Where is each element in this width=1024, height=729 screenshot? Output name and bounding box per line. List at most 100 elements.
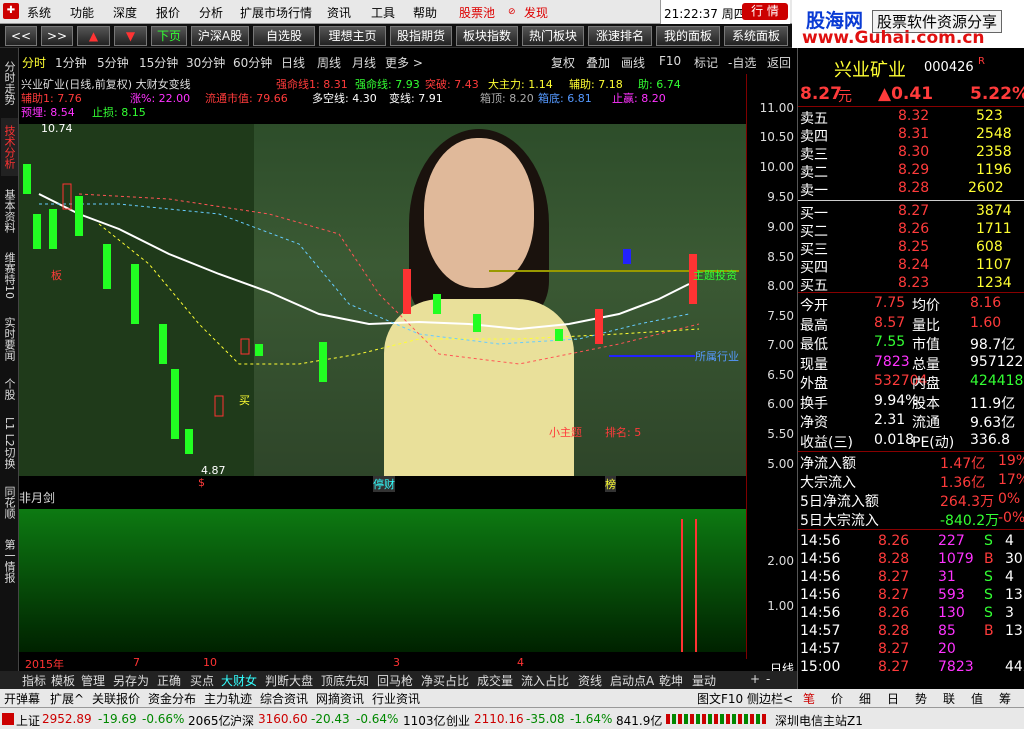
rtab-price[interactable]: 价 [831,690,843,707]
ftab-funds[interactable]: 资金分布 [148,690,196,707]
ftab-netnews[interactable]: 网摘资讯 [316,690,364,707]
down-arrow-button[interactable]: ▼ [114,26,147,46]
rtab-chips[interactable]: 筹 [999,690,1011,707]
next-page-button[interactable]: >> [41,26,73,46]
cy-label[interactable]: 创业 [446,712,470,729]
stat-row[interactable]: 外盘 532704 内盘 424418 [798,373,1024,392]
rtab-detail[interactable]: 细 [859,690,871,707]
tool-overlay[interactable]: 叠加 [586,54,610,71]
rtab-bi[interactable]: 笔 [803,690,815,707]
menu-stock-pool[interactable]: 股票池 [459,4,495,21]
period-daily[interactable]: 日线 [281,54,305,71]
stat-row[interactable]: 最高 8.57 量比 1.60 [798,315,1024,334]
tab-basic-info[interactable]: 基本资料 [1,182,18,240]
up-arrow-button[interactable]: ▲ [77,26,110,46]
trade-row[interactable]: 14:56 8.27 31 S 4 [798,569,1024,587]
sell-row[interactable]: 卖三 8.30 2358 [798,144,1024,163]
ftab-industry[interactable]: 行业资讯 [372,690,420,707]
tab-tonghuashun[interactable]: 同花顺 [1,480,18,524]
buy-row[interactable]: 买四 8.24 1107 [798,257,1024,276]
rtab-trend[interactable]: 势 [915,690,927,707]
sell-row[interactable]: 卖一 8.28 2602 [798,180,1024,199]
quote-button[interactable]: 行 情 [742,3,788,20]
ftab-extend[interactable]: 扩展^ [50,690,84,707]
flow-row[interactable]: 5日净流入额 264.3万 0% [798,491,1024,510]
period-30min[interactable]: 30分钟 [186,54,225,71]
buy-row[interactable]: 买三 8.25 608 [798,239,1024,258]
itab-dacainv[interactable]: 大财女 [221,672,257,689]
trade-row[interactable]: 14:56 8.27 593 S 13 [798,587,1024,605]
hs-label[interactable]: 沪深 [230,712,254,729]
ftab-related[interactable]: 关联报价 [92,690,140,707]
tool-fuquan[interactable]: 复权 [551,54,575,71]
flow-row[interactable]: 大宗流入 1.36亿 17% [798,472,1024,491]
itab-startpoint[interactable]: 启动点A [610,672,654,689]
period-15min[interactable]: 15分钟 [139,54,178,71]
sell-row[interactable]: 卖二 8.29 1196 [798,162,1024,181]
buy-row[interactable]: 买一 8.27 3874 [798,203,1024,222]
trade-row[interactable]: 14:57 8.27 20 [798,641,1024,659]
tab-technical-analysis[interactable]: 技术分析 [1,118,18,176]
ftab-track[interactable]: 主力轨迹 [204,690,252,707]
menu-quote[interactable]: 报价 [156,4,180,21]
shsz-a-button[interactable]: 沪深A股 [191,26,249,46]
tab-realtime-news[interactable]: 实时要闻 [1,310,18,368]
itab-manage[interactable]: 管理 [81,672,105,689]
stat-row[interactable]: 最低 7.55 市值 98.7亿 [798,334,1024,353]
itab-template[interactable]: 模板 [51,672,75,689]
sell-row[interactable]: 卖四 8.31 2548 [798,126,1024,145]
trade-row[interactable]: 14:56 8.26 227 S 4 [798,533,1024,551]
tool-unwatch[interactable]: -自选 [728,54,756,71]
stat-row[interactable]: 现量 7823 总量 957122 [798,354,1024,373]
add-tab-icon[interactable]: + [750,672,760,686]
sector-index-button[interactable]: 板块指数 [456,26,518,46]
itab-saveas[interactable]: 另存为 [113,672,149,689]
buy-row[interactable]: 买五 8.23 1234 [798,275,1024,294]
trade-row[interactable]: 14:57 8.28 85 B 13 [798,623,1024,641]
period-more[interactable]: 更多 > [385,54,423,71]
itab-inflow[interactable]: 流入占比 [521,672,569,689]
rtab-related[interactable]: 联 [943,690,955,707]
itab-qiankun[interactable]: 乾坤 [659,672,683,689]
tool-back[interactable]: 返回 [767,54,791,71]
menu-discover[interactable]: 发现 [524,4,548,21]
tab-l1-l2[interactable]: L1 L2切换 [1,414,18,472]
trade-row[interactable]: 14:56 8.28 1079 B 30 [798,551,1024,569]
itab-correct[interactable]: 正确 [157,672,181,689]
stat-row[interactable]: 净资 2.31 流通 9.63亿 [798,412,1024,431]
tool-mark[interactable]: 标记 [694,54,718,71]
my-panel-button[interactable]: 我的面板 [656,26,720,46]
period-weekly[interactable]: 周线 [317,54,341,71]
itab-buypoint[interactable]: 买点 [190,672,214,689]
sh-label[interactable]: 上证 [16,712,40,729]
first-page-button[interactable]: << [5,26,37,46]
index-futures-button[interactable]: 股指期货 [390,26,452,46]
period-5min[interactable]: 5分钟 [97,54,129,71]
period-intraday[interactable]: 分时 [22,54,46,71]
itab-netbuy[interactable]: 净买占比 [421,672,469,689]
trade-row[interactable]: 14:56 8.26 130 S 3 [798,605,1024,623]
ftab-news[interactable]: 综合资讯 [260,690,308,707]
period-60min[interactable]: 60分钟 [233,54,272,71]
itab-market[interactable]: 判断大盘 [265,672,313,689]
hot-sectors-button[interactable]: 热门板块 [522,26,584,46]
menu-help[interactable]: 帮助 [413,4,437,21]
buy-row[interactable]: 买二 8.26 1711 [798,221,1024,240]
itab-liangdong[interactable]: 量动 [692,672,716,689]
stat-row[interactable]: 今开 7.75 均价 8.16 [798,295,1024,314]
app-logo-icon[interactable]: ✚ [3,3,19,19]
menu-extended-market[interactable]: 扩展市场行情 [240,4,312,21]
trade-row[interactable]: 15:00 8.27 7823 442 [798,659,1024,677]
ideal-home-button[interactable]: 理想主页 [319,26,386,46]
stat-row[interactable]: 换手 9.94% 股本 11.9亿 [798,393,1024,412]
stat-row[interactable]: 收益(三) 0.018 PE(动) 336.8 [798,432,1024,451]
ftab-sidebar[interactable]: 侧边栏< [747,690,793,707]
menu-tools[interactable]: 工具 [371,4,395,21]
rtab-value[interactable]: 值 [971,690,983,707]
menu-system[interactable]: 系统 [27,4,51,21]
sell-row[interactable]: 卖五 8.32 523 [798,108,1024,127]
speed-rank-button[interactable]: 涨速排名 [588,26,652,46]
indicator-panel[interactable] [19,509,746,652]
server-name[interactable]: 深圳电信主站Z1 [775,712,863,729]
menu-function[interactable]: 功能 [70,4,94,21]
